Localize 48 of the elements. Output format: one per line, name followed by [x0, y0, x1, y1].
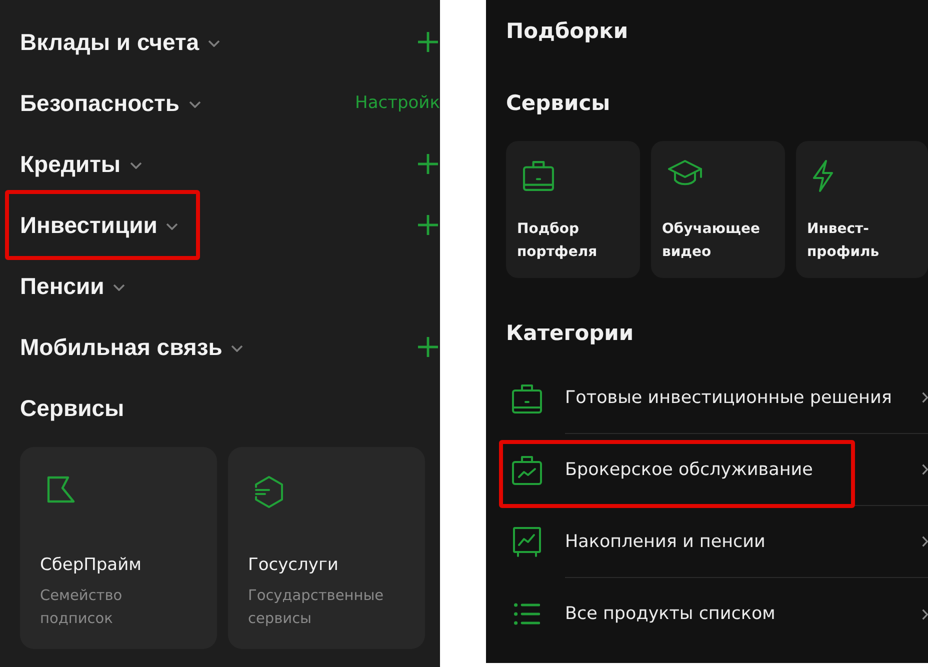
hexagon-icon: [255, 476, 283, 508]
category-item[interactable]: Готовые инвестиционные решения: [506, 362, 928, 434]
chevron-right-icon: [922, 464, 928, 475]
lightning-icon: [813, 160, 833, 192]
service-card[interactable]: Госуслуги Государственные сервисы: [228, 447, 425, 649]
section-header[interactable]: Вклады и счета: [20, 28, 220, 54]
chart-board-icon: [513, 527, 541, 557]
service-card[interactable]: Инвест-профиль: [796, 141, 928, 278]
briefcase-icon: [523, 160, 554, 191]
graduation-cap-icon: [668, 160, 702, 188]
service-card[interactable]: Подбор портфеля: [506, 141, 640, 278]
category-item[interactable]: Все продукты списком: [506, 578, 928, 650]
add-button[interactable]: [418, 214, 438, 234]
card-title: Подбор портфеля: [517, 220, 598, 262]
section-heading: Сервисы: [20, 394, 124, 420]
section-heading: Категории: [506, 320, 634, 347]
plus-icon: [418, 214, 438, 234]
add-button[interactable]: [418, 336, 438, 356]
card-title: Инвест-профиль: [807, 220, 880, 262]
add-button[interactable]: [418, 32, 438, 52]
section-header[interactable]: Мобильная связь: [20, 334, 244, 360]
chevron-right-icon: [922, 608, 928, 620]
section-header[interactable]: Безопасность: [20, 90, 201, 116]
plus-icon: [418, 336, 438, 356]
briefcase-icon: [512, 382, 542, 414]
section-heading: Подборки: [506, 18, 628, 45]
plus-icon: [418, 154, 438, 174]
card-title: Госуслуги: [248, 554, 338, 577]
flag-icon: [47, 476, 75, 503]
section-header[interactable]: Пенсии: [20, 272, 126, 298]
section-header[interactable]: Кредиты: [20, 150, 142, 176]
section-header[interactable]: Инвестиции: [20, 212, 178, 238]
plus-icon: [418, 32, 438, 52]
briefcase-chart-icon: [512, 455, 542, 485]
service-card[interactable]: СберПрайм Семейство подписок: [20, 447, 217, 649]
card-subtitle: Семейство подписок: [40, 587, 124, 629]
category-item[interactable]: Брокерское обслуживание: [506, 434, 928, 506]
settings-link[interactable]: Настройк: [355, 92, 440, 114]
service-card[interactable]: Обучающее видео: [651, 141, 785, 278]
chevron-right-icon: [922, 392, 928, 403]
list-icon: [514, 602, 540, 626]
chevron-right-icon: [922, 536, 928, 547]
card-title: СберПрайм: [40, 554, 142, 577]
category-item[interactable]: Накопления и пенсии: [506, 506, 928, 578]
add-button[interactable]: [418, 154, 438, 174]
card-title: Обучающее видео: [662, 220, 761, 262]
section-heading: Сервисы: [506, 90, 610, 117]
card-subtitle: Государственные сервисы: [248, 587, 385, 629]
